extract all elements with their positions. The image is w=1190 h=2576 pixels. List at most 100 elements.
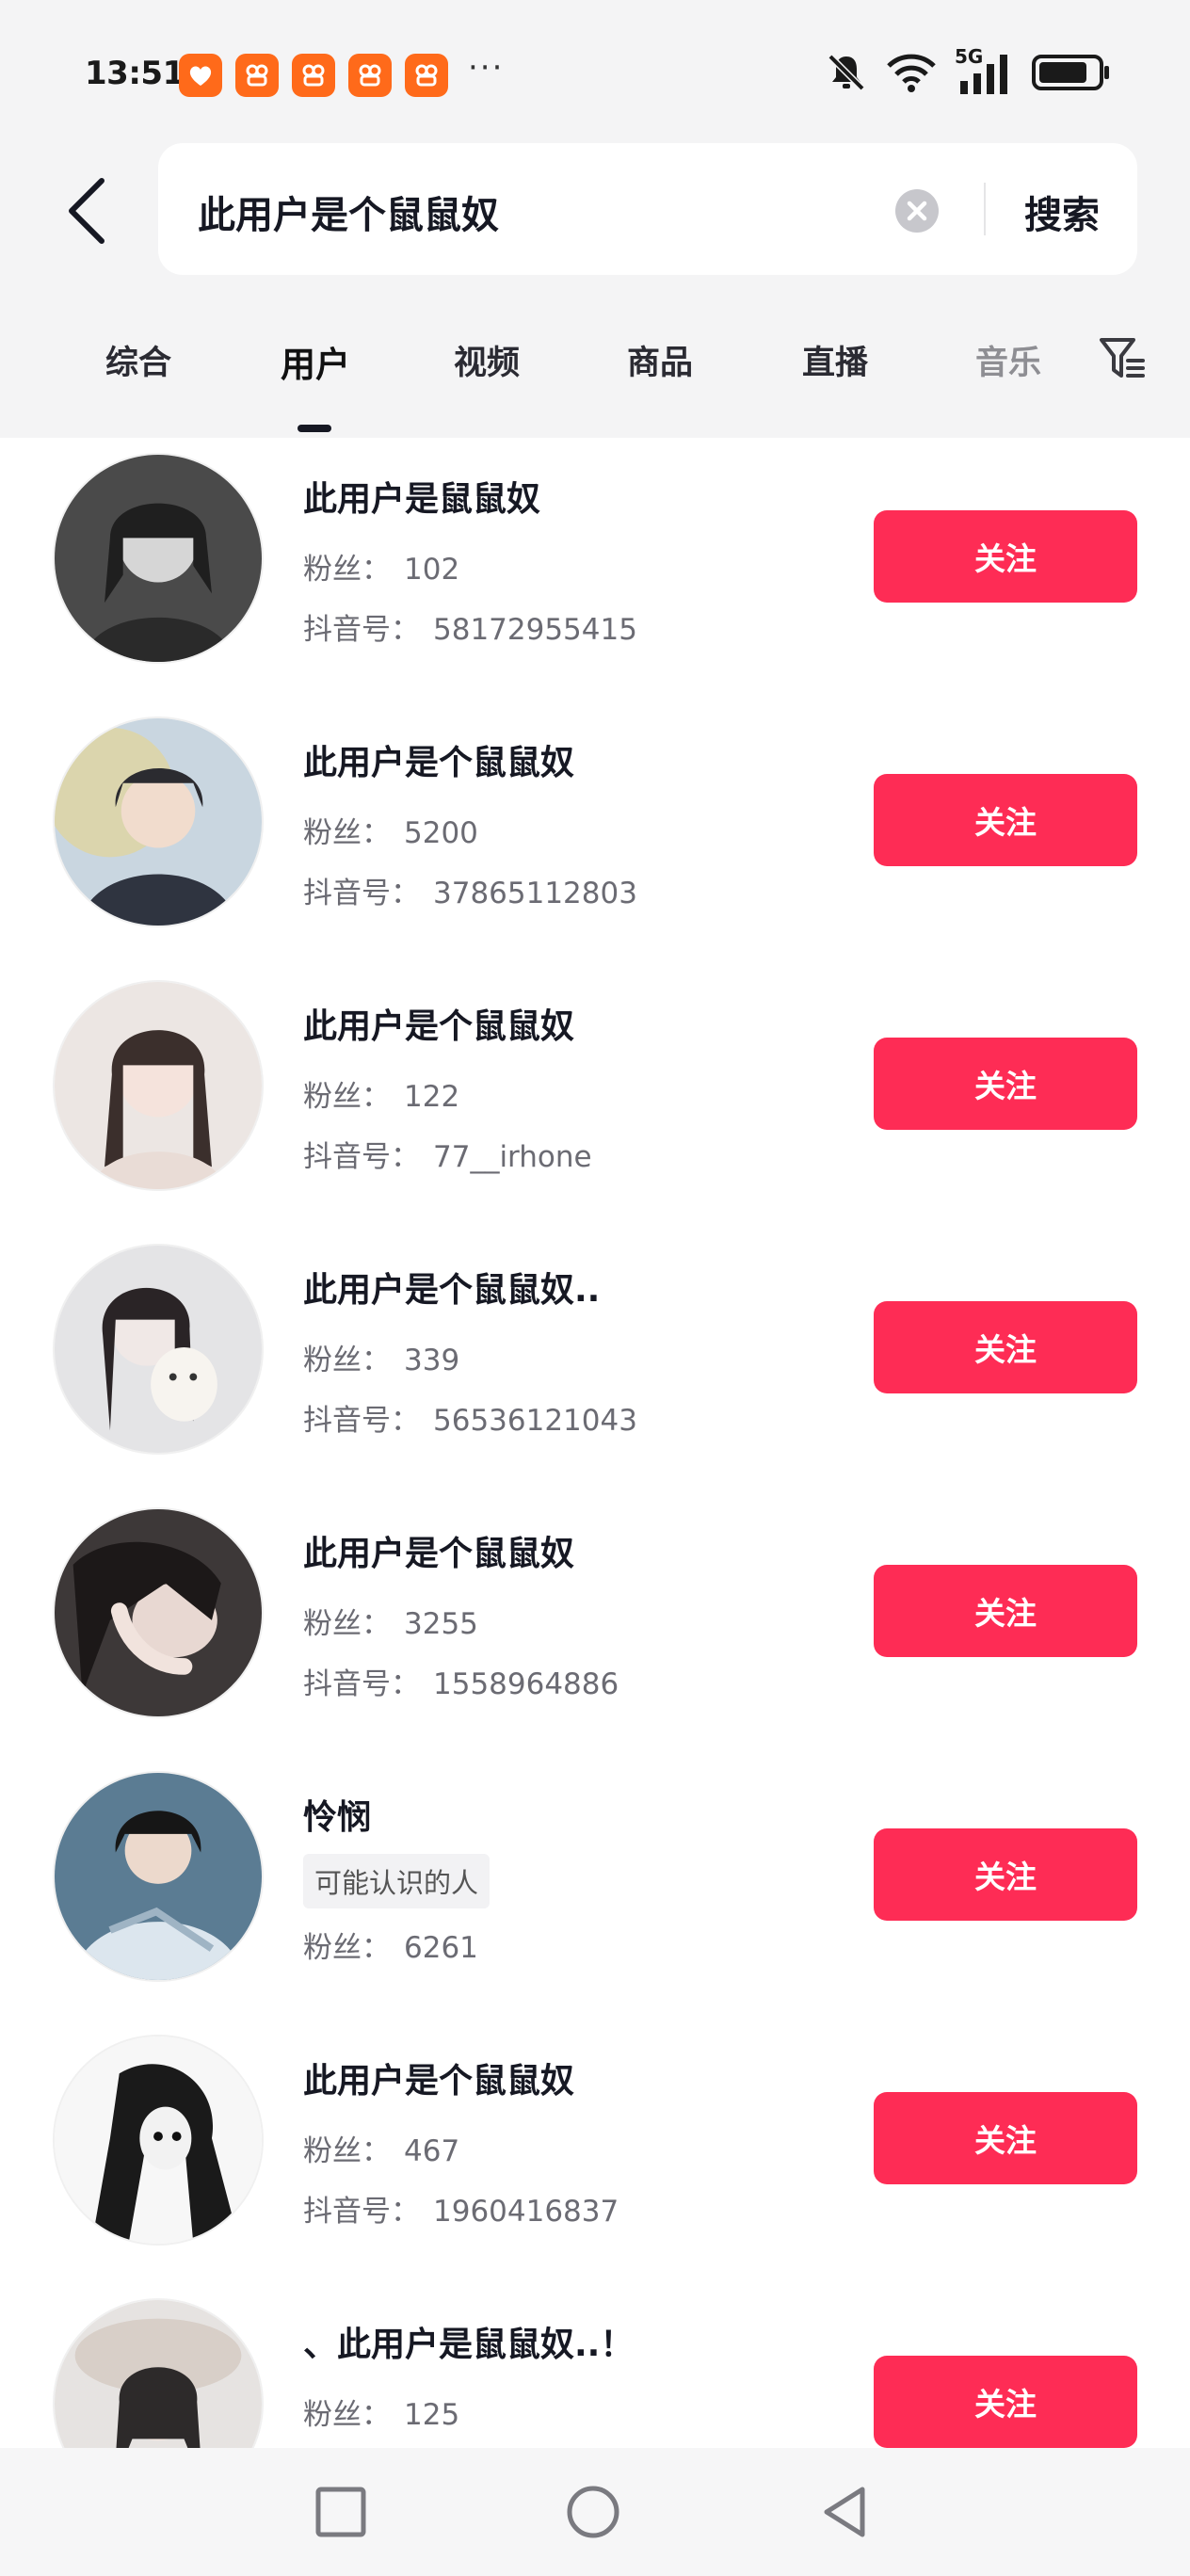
fans-count: 粉丝： 339 (303, 1336, 459, 1378)
fans-label: 粉丝： (303, 1080, 391, 1114)
wifi-icon (887, 54, 936, 92)
user-name: 此用户是个鼠鼠奴 (303, 1007, 575, 1046)
fans-count: 粉丝： 125 (303, 2391, 459, 2433)
more-notifications-icon: ··· (468, 49, 505, 87)
douyin-id-label: 抖音号： (303, 1667, 420, 1701)
fans-value: 339 (404, 1344, 460, 1377)
follow-button[interactable]: 关注 (874, 774, 1137, 866)
home-icon[interactable] (563, 2482, 623, 2542)
user-name: 此用户是个鼠鼠奴 (303, 744, 575, 782)
douyin-id: 抖音号： 1960416837 (303, 2187, 619, 2230)
app-icon (235, 54, 279, 97)
fans-count: 粉丝： 6261 (303, 1924, 478, 1966)
douyin-id: 抖音号： 37865112803 (303, 869, 637, 911)
fans-label: 粉丝： (303, 816, 391, 850)
search-button[interactable]: 搜索 (1024, 185, 1100, 239)
tab-products[interactable]: 商品 (627, 336, 693, 384)
douyin-id-value: 1558964886 (433, 1667, 619, 1701)
user-name: 此用户是个鼠鼠奴 (303, 1535, 575, 1573)
result-tabs: 综合 用户 视频 商品 直播 音乐 (0, 315, 1190, 432)
douyin-id-label: 抖音号： (303, 1404, 420, 1438)
fans-count: 粉丝： 5200 (303, 809, 478, 851)
follow-button[interactable]: 关注 (874, 1301, 1137, 1393)
tab-music[interactable]: 音乐 (975, 336, 1041, 384)
fans-label: 粉丝： (303, 2134, 391, 2168)
douyin-id-value: 77__irhone (433, 1140, 592, 1174)
fans-value: 3255 (404, 1607, 478, 1641)
fans-count: 粉丝： 467 (303, 2127, 459, 2169)
user-name: 、此用户是鼠鼠奴..！ (303, 2326, 635, 2364)
avatar[interactable] (53, 1771, 264, 1982)
tab-live[interactable]: 直播 (802, 336, 868, 384)
douyin-id: 抖音号： 58172955415 (303, 605, 637, 648)
tab-users[interactable]: 用户 (281, 336, 350, 387)
user-row[interactable]: 此用户是鼠鼠奴 粉丝： 102 抖音号： 58172955415 关注 (0, 438, 1190, 701)
follow-button[interactable]: 关注 (874, 2092, 1137, 2184)
avatar[interactable] (53, 2035, 264, 2246)
douyin-id-value: 1960416837 (433, 2195, 619, 2229)
fans-label: 粉丝： (303, 1344, 391, 1377)
search-input[interactable]: 此用户是个鼠鼠奴 (198, 185, 499, 239)
user-row[interactable]: 此用户是个鼠鼠奴.. 粉丝： 339 抖音号： 56536121043 关注 (0, 1229, 1190, 1492)
back-triangle-icon[interactable] (815, 2482, 876, 2542)
follow-button[interactable]: 关注 (874, 1828, 1137, 1921)
fans-label: 粉丝： (303, 2398, 391, 2432)
douyin-id-label: 抖音号： (303, 1140, 420, 1174)
fans-count: 粉丝： 102 (303, 545, 459, 588)
user-row[interactable]: 此用户是个鼠鼠奴 粉丝： 3255 抖音号： 1558964886 关注 (0, 1492, 1190, 1756)
clear-search-icon[interactable] (894, 188, 940, 233)
filter-icon[interactable] (1098, 334, 1147, 383)
follow-button[interactable]: 关注 (874, 510, 1137, 603)
fans-label: 粉丝： (303, 553, 391, 587)
user-row[interactable]: 怜悯 可能认识的人 粉丝： 6261 关注 (0, 1756, 1190, 2020)
recent-apps-icon[interactable] (311, 2482, 371, 2542)
avatar[interactable] (53, 1244, 264, 1455)
avatar[interactable] (53, 453, 264, 664)
user-name: 怜悯 (303, 1798, 372, 1837)
fans-value: 5200 (404, 816, 478, 850)
status-time: 13:51 (85, 55, 185, 92)
avatar[interactable] (53, 1507, 264, 1718)
may-know-tag: 可能认识的人 (303, 1854, 490, 1908)
system-navigation-bar (0, 2448, 1190, 2576)
system-icons: 5G (825, 45, 1111, 96)
follow-button[interactable]: 关注 (874, 1565, 1137, 1657)
user-row[interactable]: 此用户是个鼠鼠奴 粉丝： 467 抖音号： 1960416837 关注 (0, 2020, 1190, 2283)
douyin-id: 抖音号： 56536121043 (303, 1396, 637, 1439)
app-icon (405, 54, 448, 97)
fans-count: 粉丝： 3255 (303, 1600, 478, 1642)
back-arrow-icon[interactable] (62, 175, 115, 247)
user-name: 此用户是鼠鼠奴 (303, 480, 541, 519)
status-bar: 13:51 ··· 5G (0, 0, 1190, 151)
fans-value: 122 (404, 1080, 460, 1114)
user-name: 此用户是个鼠鼠奴.. (303, 1271, 601, 1310)
search-box[interactable]: 此用户是个鼠鼠奴 搜索 (158, 143, 1137, 275)
avatar[interactable] (53, 980, 264, 1191)
fans-value: 125 (404, 2398, 460, 2432)
fans-label: 粉丝： (303, 1607, 391, 1641)
fans-value: 6261 (404, 1931, 478, 1965)
fans-value: 102 (404, 553, 460, 587)
user-name: 此用户是个鼠鼠奴 (303, 2062, 575, 2101)
avatar[interactable] (53, 716, 264, 927)
douyin-id-label: 抖音号： (303, 2195, 420, 2229)
douyin-id: 抖音号： 1558964886 (303, 1660, 619, 1702)
fans-label: 粉丝： (303, 1931, 391, 1965)
active-tab-indicator (298, 425, 331, 432)
user-row[interactable]: 、此用户是鼠鼠奴..！ 粉丝： 125 关注 (0, 2283, 1190, 2448)
follow-button[interactable]: 关注 (874, 1038, 1137, 1130)
douyin-id-label: 抖音号： (303, 613, 420, 647)
app-icon (292, 54, 335, 97)
tab-videos[interactable]: 视频 (454, 336, 520, 384)
follow-button[interactable]: 关注 (874, 2356, 1137, 2448)
user-row[interactable]: 此用户是个鼠鼠奴 粉丝： 5200 抖音号： 37865112803 关注 (0, 701, 1190, 965)
douyin-id-value: 58172955415 (433, 613, 637, 647)
avatar[interactable] (53, 2298, 264, 2448)
fans-value: 467 (404, 2134, 460, 2168)
tab-comprehensive[interactable]: 综合 (105, 336, 171, 384)
user-row[interactable]: 此用户是个鼠鼠奴 粉丝： 122 抖音号： 77__irhone 关注 (0, 965, 1190, 1229)
heart-app-icon (179, 54, 222, 97)
mutual-tag: 可能认识的人 (303, 1854, 490, 1908)
mute-bell-icon (828, 54, 865, 91)
search-divider (984, 183, 986, 235)
